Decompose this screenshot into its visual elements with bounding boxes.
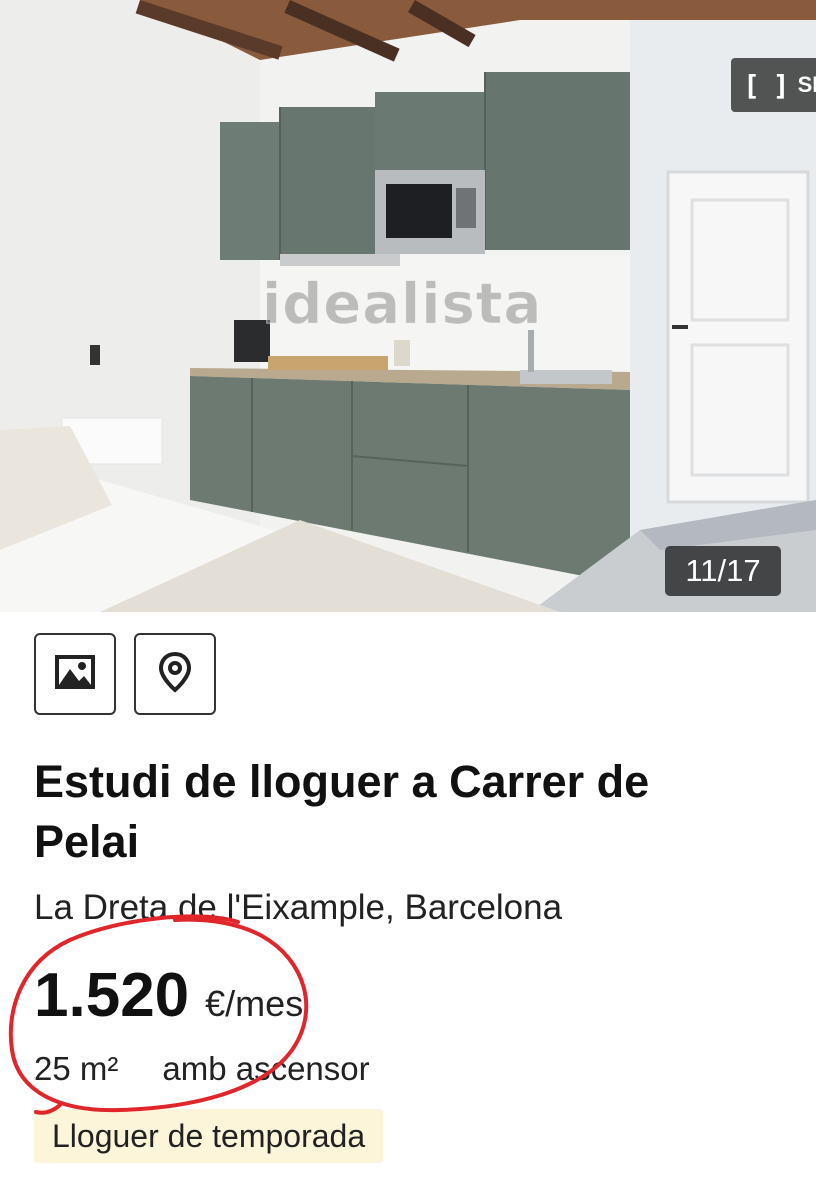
- size-feature: 25 m²: [34, 1050, 119, 1087]
- fullscreen-icon: [ ]: [743, 68, 790, 102]
- listing-photo[interactable]: idealista [ ] SP 11/17: [0, 0, 816, 612]
- listing-location: La Dreta de l'Eixample, Barcelona: [34, 888, 563, 927]
- rental-type-tag: Lloguer de temporada: [34, 1109, 384, 1163]
- listing-features: 25 m² amb ascensor: [34, 1050, 370, 1088]
- price-unit: €/mes: [205, 983, 304, 1024]
- elevator-feature: amb ascensor: [162, 1050, 370, 1087]
- listing-title[interactable]: Estudi de lloguer a Carrer de Pelai: [34, 752, 734, 872]
- watermark-logo: idealista: [261, 272, 543, 338]
- image-icon: [55, 654, 95, 694]
- map-button[interactable]: [134, 633, 216, 715]
- price-row: 1.520 €/mes: [34, 960, 303, 1031]
- photo-counter: 11/17: [665, 546, 781, 596]
- fullscreen-button[interactable]: [ ] SP: [731, 58, 816, 112]
- fullscreen-label: SP: [797, 72, 816, 97]
- location-pin-icon: [158, 651, 192, 698]
- price-value: 1.520: [34, 961, 190, 1030]
- photos-button[interactable]: [34, 633, 116, 715]
